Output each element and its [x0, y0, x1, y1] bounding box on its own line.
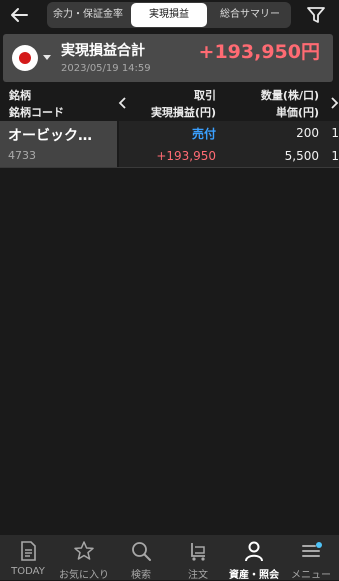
tab-margin[interactable]: 余力・保証金率: [49, 3, 127, 27]
arrow-left-icon[interactable]: [8, 4, 30, 26]
japan-flag-icon[interactable]: [12, 45, 38, 71]
summary-total: +193,950円: [198, 41, 320, 63]
star-icon: [74, 541, 94, 560]
bottom-nav: TODAY お気に入り 検索 注文 資産・照会 メニュー: [0, 535, 339, 581]
header-profit: 実現損益(円): [150, 106, 216, 119]
header-price: 単価(円): [275, 106, 319, 119]
stock-name: オービック…: [8, 128, 92, 144]
tab-summary[interactable]: 総合サマリー: [211, 3, 289, 27]
header-qty: 数量(株/口): [260, 89, 319, 102]
search-icon: [132, 542, 151, 561]
header-trade: 取引: [194, 89, 216, 102]
header-name: 銘柄: [9, 89, 31, 102]
summary-date: 2023/05/19 14:59: [61, 63, 151, 74]
trade-type: 売付: [191, 127, 216, 141]
row-values[interactable]: 売付 +193,950 200 5,500 1 1: [119, 121, 339, 167]
nav-today-label: TODAY: [11, 566, 45, 577]
clipped-column-bottom: 1: [331, 149, 339, 163]
chevron-down-icon[interactable]: [43, 55, 51, 60]
realized-pl-summary: 実現損益合計 2023/05/19 14:59 +193,950円: [3, 34, 333, 82]
nav-assets[interactable]: 資産・照会: [226, 535, 282, 581]
unit-price: 5,500: [284, 149, 319, 163]
filter-icon[interactable]: [305, 4, 327, 26]
nav-assets-label: 資産・照会: [229, 570, 279, 581]
nav-order-label: 注文: [188, 570, 208, 581]
cart-icon: [191, 543, 205, 561]
stock-code: 4733: [8, 149, 36, 162]
nav-favorites[interactable]: お気に入り: [56, 535, 112, 581]
top-bar: 余力・保証金率 実現損益 総合サマリー: [0, 0, 339, 30]
table-header: 銘柄 銘柄コード 取引 実現損益(円) 数量(株/口) 単価(円): [0, 84, 339, 120]
nav-order[interactable]: 注文: [170, 535, 226, 581]
notification-badge: [316, 542, 322, 548]
nav-search[interactable]: 検索: [113, 535, 169, 581]
segment-control: 余力・保証金率 実現損益 総合サマリー: [47, 2, 291, 28]
document-icon: [21, 541, 36, 561]
clipped-column-top: 1: [331, 126, 339, 140]
row-divider: [0, 167, 339, 168]
person-icon: [245, 541, 263, 562]
header-code: 銘柄コード: [9, 106, 64, 119]
realized-profit: +193,950: [156, 149, 216, 163]
chevron-right-icon[interactable]: [329, 97, 339, 109]
table-row[interactable]: オービック… 4733 売付 +193,950 200 5,500 1 1: [0, 121, 339, 167]
quantity: 200: [296, 126, 319, 140]
row-stock-cell[interactable]: オービック… 4733: [0, 121, 117, 167]
nav-menu-label: メニュー: [291, 570, 331, 581]
nav-favorites-label: お気に入り: [59, 570, 109, 581]
tab-realized-pl[interactable]: 実現損益: [131, 3, 207, 27]
nav-menu[interactable]: メニュー: [283, 535, 339, 581]
summary-title: 実現損益合計: [61, 43, 145, 59]
nav-today[interactable]: TODAY: [0, 535, 56, 580]
nav-search-label: 検索: [131, 570, 151, 581]
chevron-left-icon[interactable]: [118, 97, 128, 109]
